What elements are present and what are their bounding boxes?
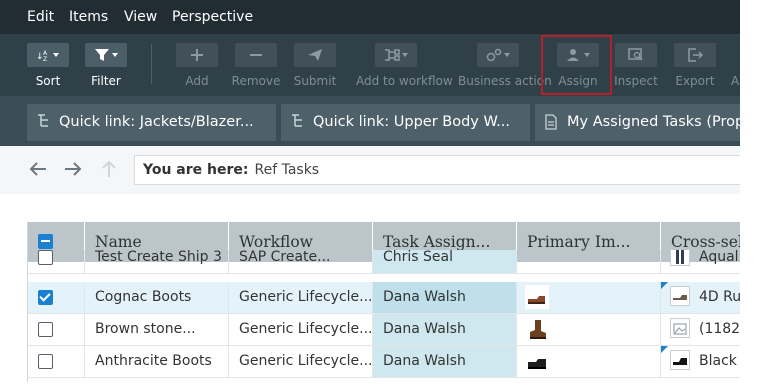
svg-text:Z: Z (43, 56, 47, 62)
tab-quick-link-upper-body[interactable]: Quick link: Upper Body W... (281, 104, 530, 141)
breadcrumb-current[interactable]: Ref Tasks (255, 162, 320, 178)
tab-my-assigned-tasks[interactable]: My Assigned Tasks (Prop... (535, 104, 740, 141)
table-row[interactable]: Cognac Boots Generic Lifecycle... Dana W… (28, 282, 740, 314)
row-select-cell (28, 314, 85, 345)
cell-marker (661, 346, 668, 353)
image-placeholder-icon (670, 318, 690, 338)
brown-boot-thumbnail (525, 317, 549, 341)
tab-label: Quick link: Upper Body W... (313, 114, 510, 130)
add-to-workflow-label: Add to workflow (356, 74, 453, 88)
cell-primary-image (517, 346, 661, 377)
up-arrow-icon[interactable] (98, 158, 120, 180)
tab-label: Quick link: Jackets/Blazer... (59, 114, 254, 130)
tab-quick-link-jackets[interactable]: Quick link: Jackets/Blazer... (27, 104, 276, 141)
export-label: Export (675, 74, 715, 88)
row-checkbox[interactable] (38, 354, 53, 369)
send-icon (294, 43, 336, 67)
app-window: Edit Items View Perspective ↓ A Z Sort Fil… (0, 0, 740, 382)
tab-bar: Quick link: Jackets/Blazer... Quick link… (0, 96, 740, 146)
cell-assignee: Dana Walsh (373, 314, 517, 345)
breadcrumb: You are here: Ref Tasks (134, 155, 740, 185)
menu-items[interactable]: Items (69, 9, 108, 25)
content-gap (0, 194, 740, 222)
select-all-checkbox[interactable] (38, 234, 53, 249)
breadcrumb-label: You are here: (143, 162, 249, 178)
cross-sell-text: (1182 (699, 321, 740, 337)
cell-primary-image (517, 282, 661, 313)
minus-icon (235, 43, 277, 67)
row-checkbox[interactable] (38, 322, 53, 337)
export-icon (674, 43, 716, 67)
submit-label: Submit (293, 74, 337, 88)
cross-sell-thumbnail (670, 250, 690, 266)
menu-edit[interactable]: Edit (27, 9, 54, 25)
cell-name: Brown stone... (85, 314, 229, 345)
cross-sell-text: Aqual (699, 250, 739, 265)
cell-workflow: SAP Create... (229, 250, 373, 273)
cell-cross-sell: (1182 (661, 314, 740, 345)
business-action-label: Business action (458, 74, 552, 88)
assign-highlight-box (541, 35, 612, 95)
row-select-cell (28, 346, 85, 377)
plus-icon (176, 43, 218, 67)
toolbar-overflow-label: A (731, 74, 740, 88)
back-arrow-icon[interactable] (27, 158, 49, 180)
cell-workflow: Generic Lifecycle... (229, 282, 373, 313)
business-action-icon (477, 43, 519, 67)
toolbar: ↓ A Z Sort Filter Add Remove Submit Add … (0, 34, 740, 96)
cell-name: Test Create Ship 3 (85, 250, 229, 273)
cross-sell-thumbnail (670, 286, 690, 306)
menu-perspective[interactable]: Perspective (172, 9, 253, 25)
menu-bar: Edit Items View Perspective (0, 0, 740, 34)
cell-cross-sell: Aqual (661, 250, 740, 273)
submit-button[interactable]: Submit (285, 34, 345, 96)
cell-cross-sell: 4D Ru (661, 282, 740, 313)
navigation-bar: You are here: Ref Tasks (0, 146, 740, 194)
cell-primary-image (517, 250, 661, 273)
filter-label: Filter (91, 74, 121, 88)
cognac-boot-thumbnail (525, 285, 549, 309)
cell-name: Anthracite Boots (85, 346, 229, 377)
cross-sell-text: 4D Ru (699, 289, 740, 305)
table-row[interactable]: Brown stone... Generic Lifecycle... Dana… (28, 314, 740, 346)
tab-label: My Assigned Tasks (Prop... (567, 114, 740, 130)
filter-icon (85, 43, 127, 67)
menu-view[interactable]: View (124, 9, 157, 25)
cell-cross-sell: Black (661, 346, 740, 377)
table-row[interactable]: Test Create Ship 3 SAP Create... Chris S… (28, 250, 740, 274)
quick-link-icon (292, 114, 302, 127)
cell-marker (661, 282, 668, 289)
row-checkbox[interactable] (38, 290, 53, 305)
workflow-icon (375, 43, 417, 67)
table-row[interactable]: Anthracite Boots Generic Lifecycle... Da… (28, 346, 740, 378)
add-to-workflow-button[interactable]: Add to workflow (356, 34, 453, 96)
document-icon (545, 114, 557, 130)
row-checkbox[interactable] (38, 250, 53, 265)
cell-workflow: Generic Lifecycle... (229, 346, 373, 377)
row-select-cell (28, 250, 85, 273)
row-select-cell (28, 282, 85, 313)
cell-assignee: Dana Walsh (373, 282, 517, 313)
black-boot-thumbnail (525, 349, 549, 373)
toolbar-divider (151, 44, 152, 84)
cross-sell-thumbnail (670, 350, 690, 370)
cell-workflow: Generic Lifecycle... (229, 314, 373, 345)
inspect-icon (615, 43, 657, 67)
export-button[interactable]: Export (665, 34, 725, 96)
task-grid: Name Workflow Task Assign... Primary Im.… (27, 222, 740, 382)
business-action-button[interactable]: Business action (458, 34, 552, 96)
quick-link-icon (38, 114, 48, 127)
filter-button[interactable]: Filter (76, 34, 136, 96)
cell-assignee: Dana Walsh (373, 346, 517, 377)
cell-name: Cognac Boots (85, 282, 229, 313)
cell-primary-image (517, 314, 661, 345)
cross-sell-text: Black (699, 353, 737, 369)
cell-assignee: Chris Seal (373, 250, 517, 273)
forward-arrow-icon[interactable] (62, 158, 84, 180)
sort-icon: ↓ A Z (27, 43, 69, 67)
